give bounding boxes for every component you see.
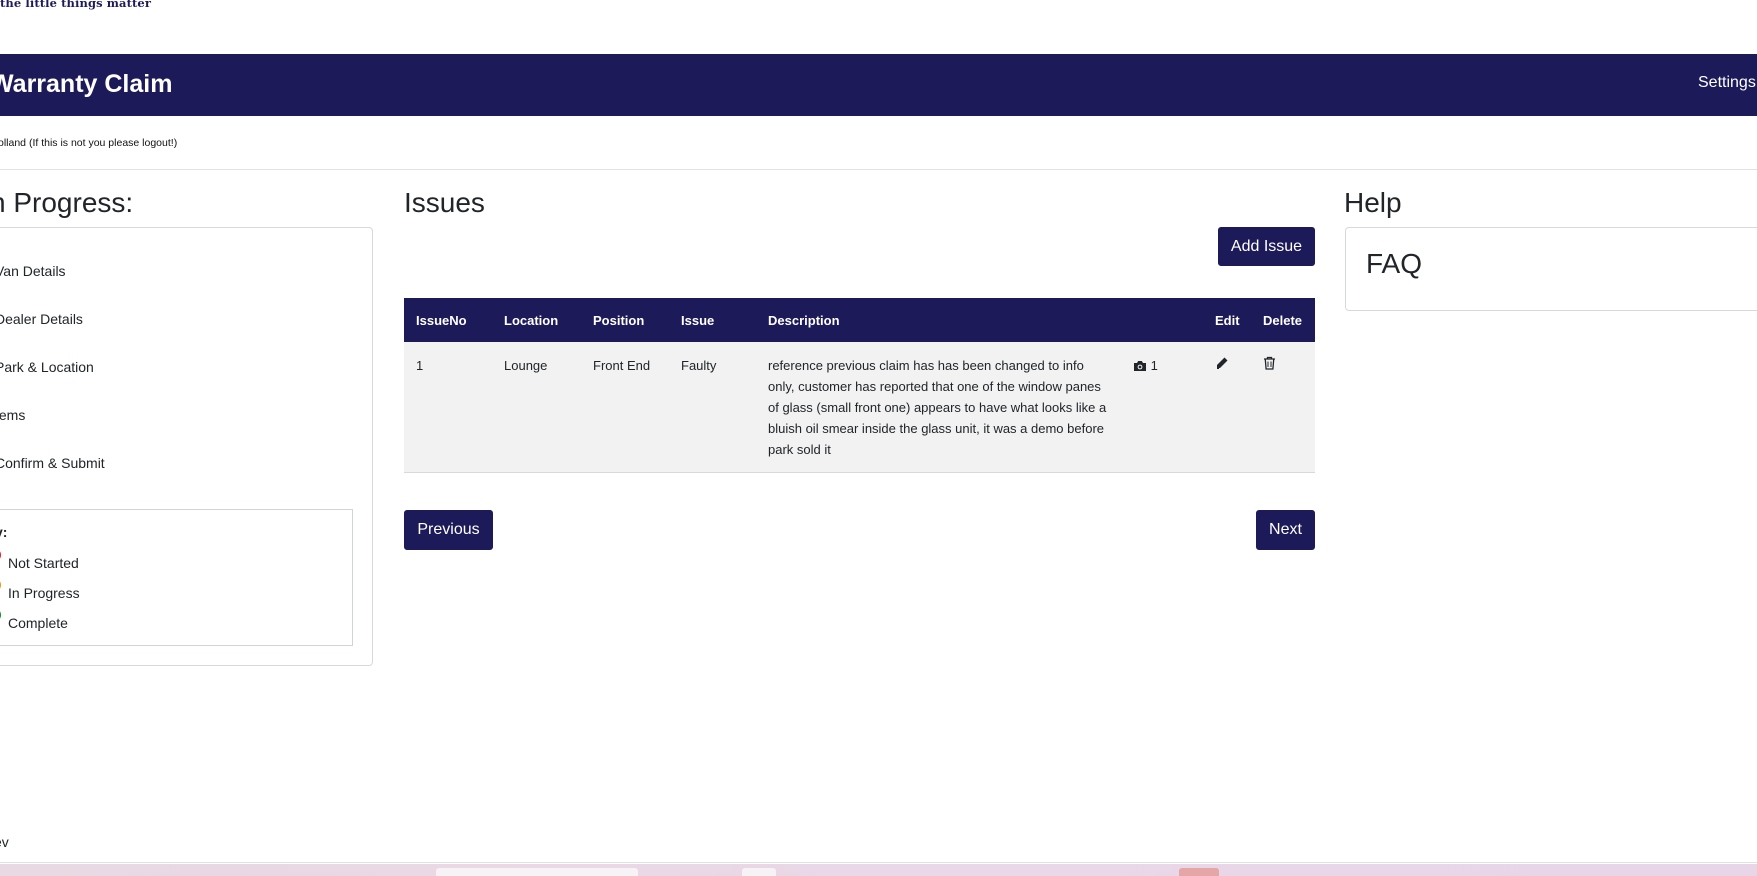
next-button[interactable]: Next	[1256, 510, 1315, 550]
column-header: Delete	[1263, 312, 1303, 328]
delete-cell	[1251, 342, 1315, 473]
divider	[0, 169, 1757, 170]
table-row: 1 Lounge Front End Faulty reference prev…	[404, 342, 1315, 473]
brand-tagline: the little things matter	[0, 0, 151, 10]
green-status-dot-icon	[0, 608, 1, 622]
step-van-details[interactable]: Van Details	[0, 263, 66, 279]
add-issue-button[interactable]: Add Issue	[1218, 227, 1315, 266]
description-cell: reference previous claim has has been ch…	[768, 358, 1107, 457]
red-status-dot-icon	[0, 548, 1, 562]
camera-icon[interactable]	[1133, 357, 1147, 378]
column-header: Issue	[681, 312, 715, 328]
column-header: IssueNo	[416, 312, 467, 328]
issue-no-cell: 1	[416, 358, 424, 373]
trash-icon[interactable]	[1263, 355, 1276, 376]
top-navbar: Warranty Claim Settings	[0, 54, 1757, 116]
photos-cell: 1	[1121, 342, 1203, 473]
table-header-row: IssueNo Location Position Issue Descript…	[404, 298, 1315, 342]
column-header: Location	[504, 312, 559, 328]
orange-status-dot-icon	[0, 578, 1, 592]
column-header: Position	[593, 312, 645, 328]
position-cell: Front End	[593, 358, 651, 373]
key-label: Complete	[8, 615, 68, 631]
key-title: y:	[0, 524, 8, 540]
page-title: Warranty Claim	[0, 70, 173, 98]
status-key: y: Not Started In Progress Complete	[0, 509, 353, 646]
issues-heading: Issues	[404, 187, 485, 218]
issues-table: IssueNo Location Position Issue Descript…	[404, 298, 1315, 473]
column-header	[1121, 298, 1203, 342]
footer-divider	[0, 862, 1757, 863]
taskbar-app-icon[interactable]	[1179, 868, 1219, 876]
progress-heading: n Progress:	[0, 187, 134, 218]
pencil-icon[interactable]	[1215, 355, 1229, 376]
help-heading: Help	[1344, 187, 1402, 218]
step-items[interactable]: tems	[0, 407, 25, 423]
footer-text: ev	[0, 834, 9, 850]
step-dealer-details[interactable]: Dealer Details	[0, 311, 83, 327]
location-cell: Lounge	[504, 358, 548, 373]
taskbar-app-icon[interactable]	[742, 868, 776, 876]
taskbar-search-box[interactable]	[436, 868, 638, 876]
help-card: FAQ	[1345, 227, 1757, 311]
settings-link[interactable]: Settings	[1698, 74, 1756, 92]
key-label: Not Started	[8, 555, 79, 571]
faq-link[interactable]: FAQ	[1366, 248, 1422, 280]
step-park-location[interactable]: Park & Location	[0, 359, 94, 375]
edit-cell	[1203, 342, 1251, 473]
photo-count: 1	[1150, 358, 1158, 373]
previous-button[interactable]: Previous	[404, 510, 493, 550]
column-header: Description	[768, 312, 840, 328]
key-label: In Progress	[8, 585, 80, 601]
logged-in-user-text: olland (If this is not you please logout…	[0, 137, 178, 149]
os-taskbar	[0, 864, 1757, 876]
step-confirm-submit[interactable]: Confirm & Submit	[0, 455, 105, 471]
issue-cell: Faulty	[681, 358, 717, 373]
column-header: Edit	[1215, 312, 1240, 328]
